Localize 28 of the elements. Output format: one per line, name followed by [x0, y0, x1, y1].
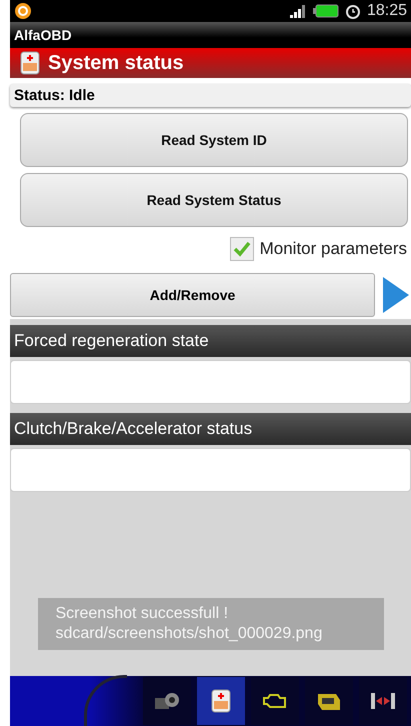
- battery-icon: [312, 4, 339, 18]
- section-header: Clutch/Brake/Accelerator status: [10, 413, 411, 445]
- dock-button[interactable]: [305, 677, 353, 725]
- camera-icon: [154, 691, 180, 711]
- checkbox-label: Monitor parameters: [260, 239, 407, 259]
- dock-button[interactable]: [143, 677, 191, 725]
- toast-text: sdcard/screenshots/shot_000029.png: [56, 624, 324, 644]
- app-notification-icon: [14, 2, 32, 20]
- dock-button[interactable]: [251, 677, 299, 725]
- dock-button[interactable]: [359, 677, 407, 725]
- dock-button[interactable]: [197, 677, 245, 725]
- module-icon: [20, 51, 40, 75]
- monitor-checkbox[interactable]: [230, 237, 254, 261]
- action-button[interactable]: Read System Status: [20, 173, 408, 227]
- dock-arc: [84, 674, 127, 726]
- signal-icon: [288, 4, 307, 18]
- module-icon: [211, 689, 231, 713]
- clock-time: 18:25: [366, 2, 407, 20]
- engine-icon: [261, 692, 289, 710]
- toast-text: Screenshot successfull !: [56, 604, 230, 624]
- alarm-icon: [344, 3, 361, 19]
- action-button[interactable]: Read System ID: [20, 113, 408, 167]
- screen-title: System status: [48, 52, 184, 74]
- app-title: AlfaOBD: [10, 22, 411, 48]
- add-remove-button[interactable]: Add/Remove: [10, 273, 375, 317]
- section-header: Forced regeneration state: [10, 325, 411, 357]
- play-icon[interactable]: [381, 275, 411, 315]
- brakes-icon: [369, 691, 397, 711]
